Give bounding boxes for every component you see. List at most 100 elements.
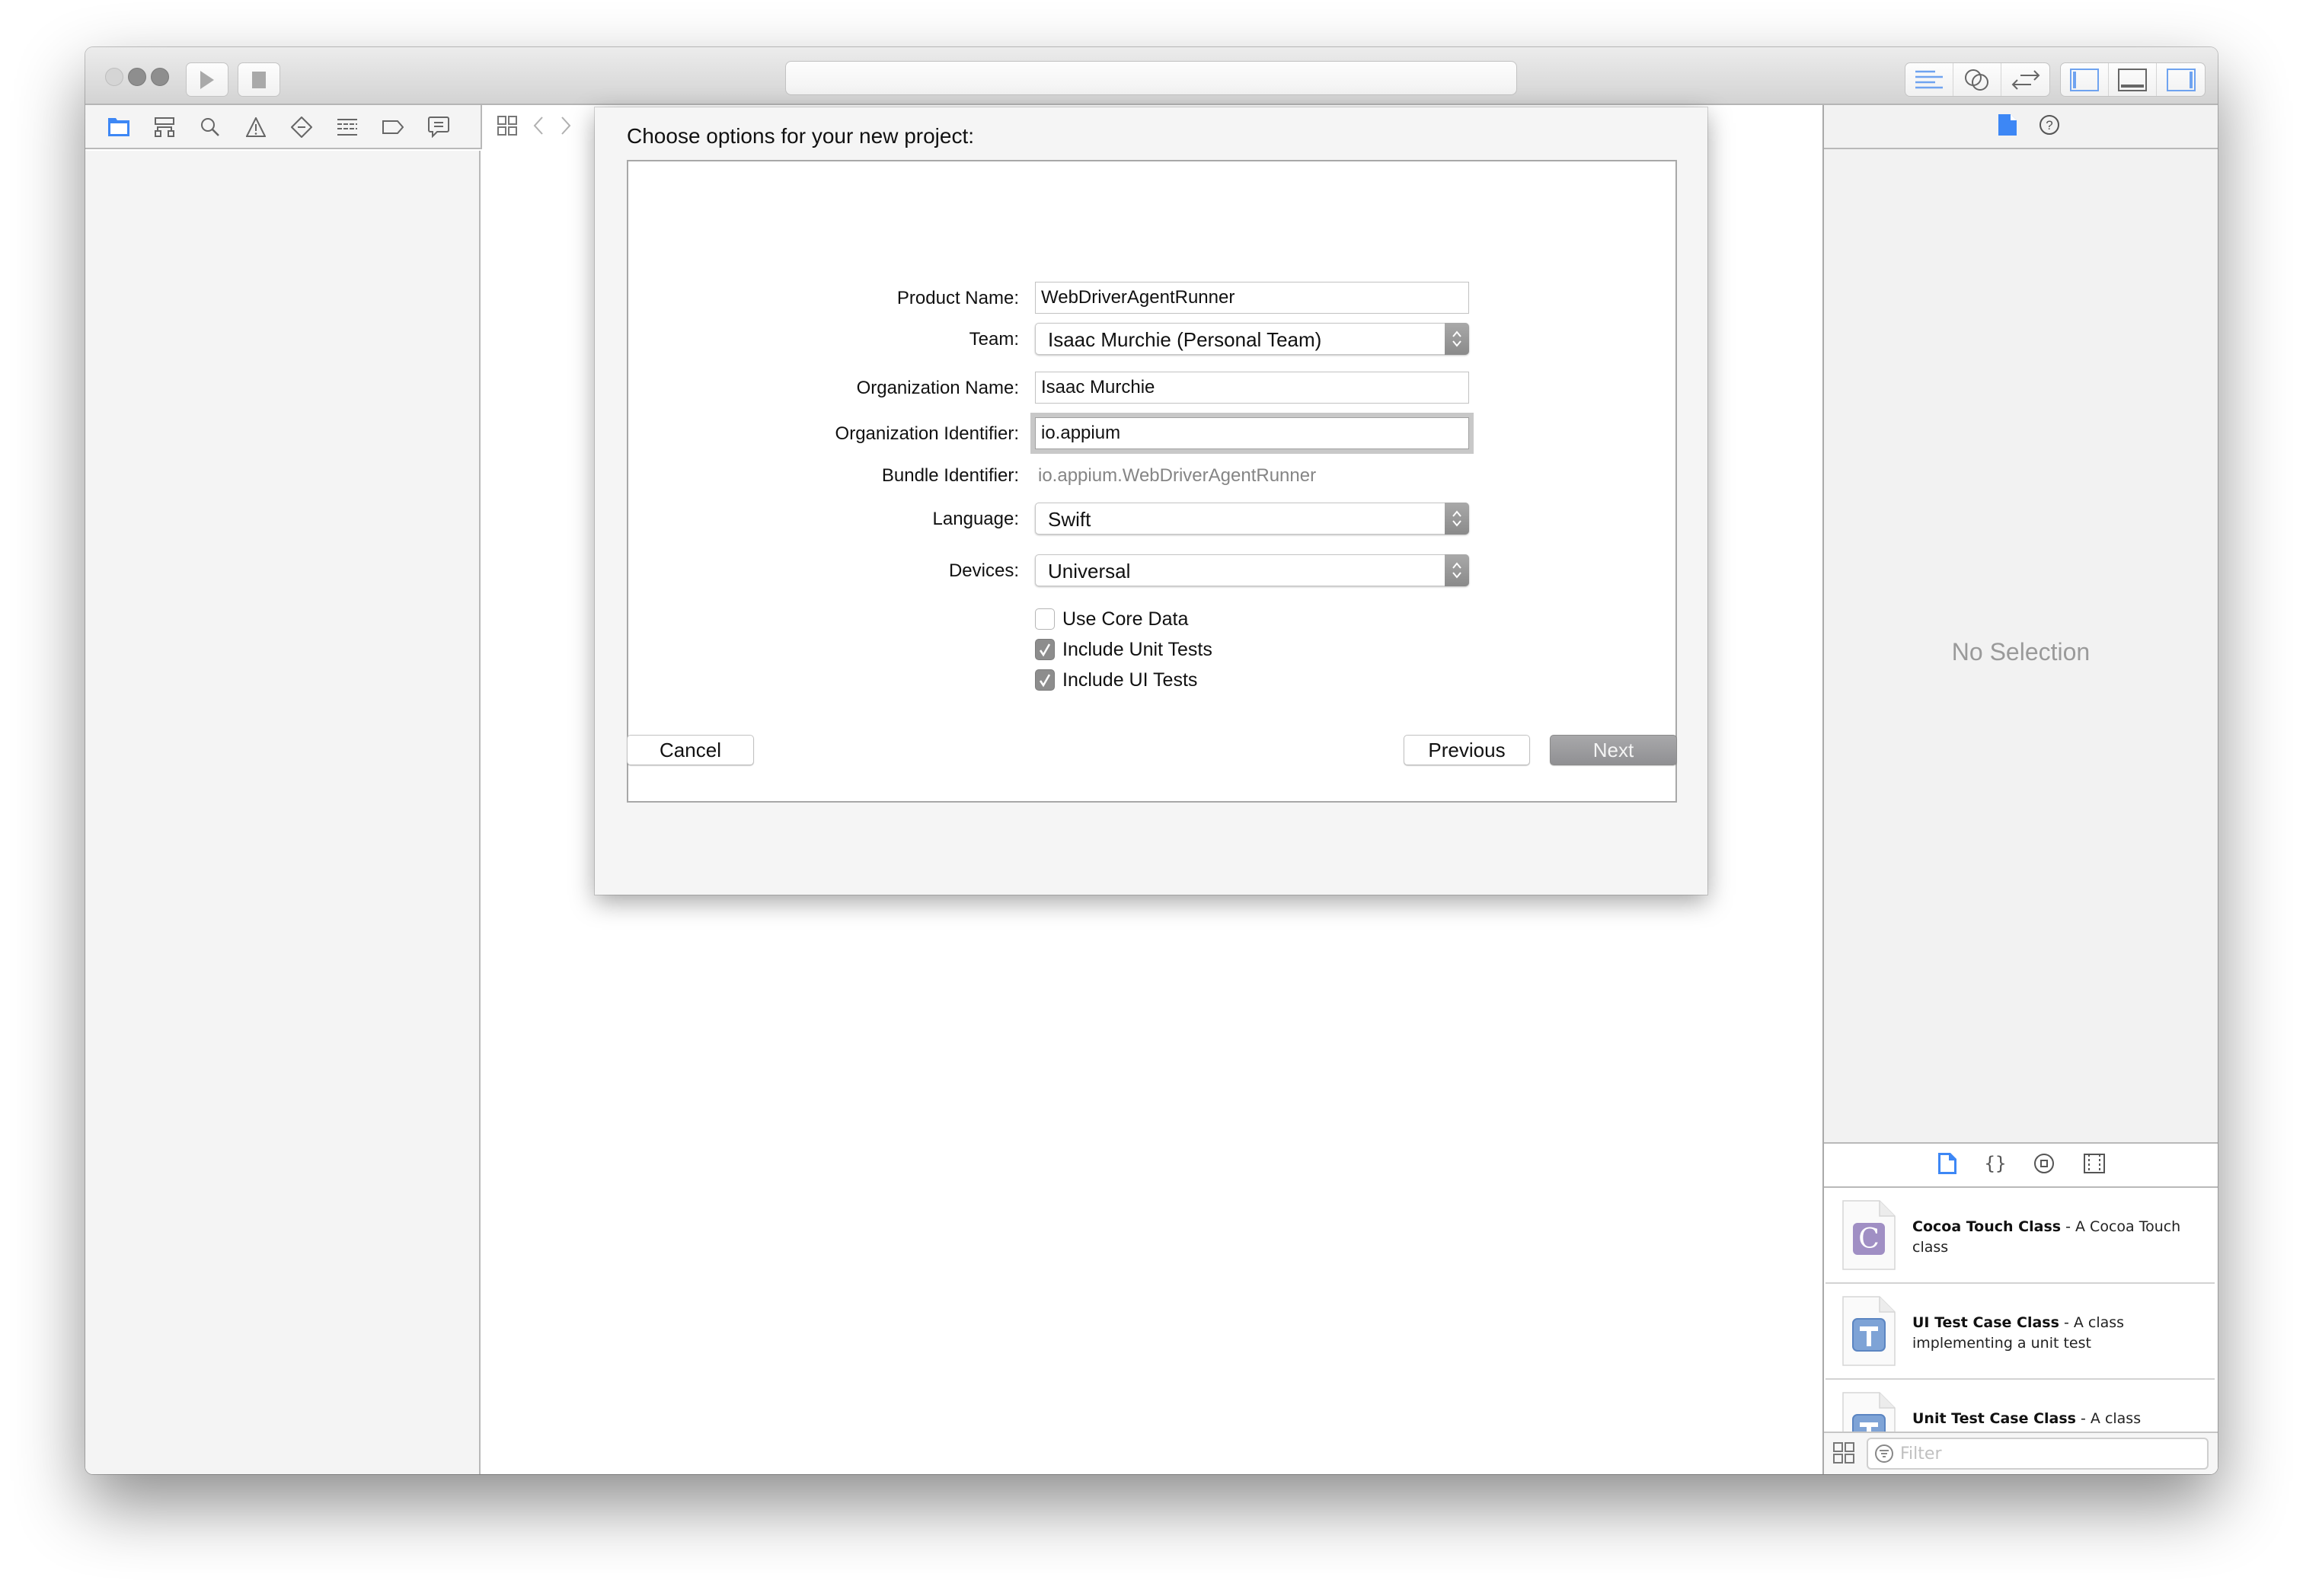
grid-view-icon <box>1833 1442 1854 1464</box>
library-item[interactable]: UI Test Case Class - A class implementin… <box>1825 1284 2215 1380</box>
svg-text:?: ? <box>2046 118 2052 132</box>
language-value: Swift <box>1048 508 1091 531</box>
library-item-title: Cocoa Touch Class <box>1912 1218 2062 1235</box>
product-name-row: Product Name: <box>628 282 1675 315</box>
library-filter-bar <box>1824 1432 2218 1474</box>
breakpoint-icon <box>382 120 404 134</box>
organization-name-field[interactable] <box>1035 372 1469 404</box>
product-name-field[interactable] <box>1035 282 1469 314</box>
devices-stepper <box>1445 554 1469 586</box>
previous-button[interactable]: Previous <box>1404 735 1530 765</box>
up-down-chevron-icon <box>1452 562 1461 579</box>
include-ui-tests-checkbox[interactable]: Include UI Tests <box>1035 667 1197 693</box>
navigator-toggle-button[interactable] <box>2061 63 2109 96</box>
tab-issue-navigator[interactable] <box>244 115 268 139</box>
navigator-panel <box>85 151 481 1474</box>
product-name-label: Product Name: <box>896 288 1019 308</box>
checkbox-label: Include Unit Tests <box>1062 638 1212 660</box>
checkmark-icon <box>1039 674 1051 688</box>
team-popup[interactable]: Isaac Murchie (Personal Team) <box>1035 323 1469 355</box>
folder-icon <box>108 118 129 136</box>
checkbox-box[interactable] <box>1035 669 1055 691</box>
debug-area-toggle-icon <box>2118 68 2147 91</box>
library-item-title: UI Test Case Class <box>1912 1314 2059 1331</box>
ui-test-case-class-icon <box>1842 1296 1896 1366</box>
assistant-editor-icon <box>1965 69 1988 91</box>
test-diamond-icon <box>291 117 312 138</box>
file-icon <box>1998 113 2017 136</box>
standard-editor-button[interactable] <box>1905 63 1953 96</box>
cocoa-touch-class-icon: C <box>1842 1200 1896 1270</box>
library-panel: {} C Cocoa Touch Class - A Cocoa Touch c… <box>1824 1142 2218 1474</box>
navigator-tabs <box>107 105 451 149</box>
checkbox-box[interactable] <box>1035 639 1055 660</box>
warning-icon <box>246 117 266 137</box>
braces-icon: {} <box>1984 1153 2006 1174</box>
editor-mode-control <box>1905 62 2050 97</box>
tab-file-inspector[interactable] <box>1998 113 2017 140</box>
toolbar <box>85 47 2218 105</box>
tab-media-library[interactable] <box>2083 1153 2105 1177</box>
tab-code-snippet-library[interactable]: {} <box>1984 1153 2006 1178</box>
options-form: Product Name: Team: Isaac Murchie (Perso… <box>627 160 1677 803</box>
cancel-button[interactable]: Cancel <box>627 735 754 765</box>
zoom-window-button[interactable] <box>151 68 169 86</box>
standard-editor-icon <box>1915 70 1943 88</box>
devices-popup[interactable]: Universal <box>1035 554 1469 586</box>
play-icon <box>200 70 214 89</box>
svg-text:C: C <box>1858 1224 1880 1255</box>
checkmark-icon <box>1039 643 1051 657</box>
related-items-button[interactable] <box>497 115 517 139</box>
tab-symbol-navigator[interactable] <box>152 115 177 139</box>
version-editor-icon <box>2011 69 2039 90</box>
tab-breakpoint-navigator[interactable] <box>381 115 405 139</box>
stop-icon <box>252 71 266 88</box>
tab-report-navigator[interactable] <box>426 115 451 139</box>
library-filter-field <box>1867 1438 2209 1470</box>
film-strip-icon <box>2083 1153 2105 1173</box>
library-filter-input[interactable] <box>1900 1444 2167 1464</box>
checkbox-box[interactable] <box>1035 608 1055 630</box>
checkbox-label: Use Core Data <box>1062 608 1189 630</box>
utilities-panel: ? No Selection {} C Cocoa <box>1822 105 2218 1474</box>
organization-name-label: Organization Name: <box>856 378 1019 398</box>
version-editor-button[interactable] <box>2001 63 2049 96</box>
stop-button[interactable] <box>238 62 280 97</box>
close-window-button[interactable] <box>105 68 123 86</box>
debug-area-toggle-button[interactable] <box>2109 63 2157 96</box>
assistant-editor-button[interactable] <box>1953 63 2001 96</box>
hierarchy-icon <box>155 117 174 137</box>
tab-object-library[interactable] <box>2033 1153 2055 1178</box>
next-button[interactable]: Next <box>1550 735 1677 765</box>
language-popup[interactable]: Swift <box>1035 503 1469 535</box>
include-unit-tests-checkbox[interactable]: Include Unit Tests <box>1035 637 1212 662</box>
tab-project-navigator[interactable] <box>107 115 131 139</box>
organization-identifier-field[interactable] <box>1035 417 1469 449</box>
activity-viewer <box>785 61 1517 95</box>
tab-test-navigator[interactable] <box>289 115 314 139</box>
library-view-mode-button[interactable] <box>1833 1442 1854 1467</box>
library-tabs: {} <box>1824 1144 2218 1188</box>
team-label: Team: <box>969 329 1019 350</box>
language-row: Language: Swift <box>628 503 1675 536</box>
tab-find-navigator[interactable] <box>198 115 222 139</box>
devices-label: Devices: <box>948 560 1019 581</box>
team-value: Isaac Murchie (Personal Team) <box>1048 328 1322 351</box>
organization-name-row: Organization Name: <box>628 372 1675 405</box>
dialog-title: Choose options for your new project: <box>627 124 975 148</box>
utilities-toggle-button[interactable] <box>2157 63 2205 96</box>
back-button[interactable] <box>532 116 545 139</box>
organization-identifier-row: Organization Identifier: <box>628 417 1675 451</box>
team-row: Team: Isaac Murchie (Personal Team) <box>628 323 1675 356</box>
forward-button[interactable] <box>560 116 572 139</box>
library-item[interactable]: C Cocoa Touch Class - A Cocoa Touch clas… <box>1825 1188 2215 1284</box>
minimize-window-button[interactable] <box>128 68 146 86</box>
organization-identifier-label: Organization Identifier: <box>835 423 1019 444</box>
tab-quick-help[interactable]: ? <box>2039 114 2060 139</box>
tab-debug-navigator[interactable] <box>335 115 359 139</box>
use-core-data-checkbox[interactable]: Use Core Data <box>1035 606 1188 632</box>
inspector-tabs: ? <box>1824 105 2218 149</box>
search-icon <box>201 118 219 136</box>
run-button[interactable] <box>186 62 228 97</box>
tab-file-template-library[interactable] <box>1937 1152 1957 1179</box>
